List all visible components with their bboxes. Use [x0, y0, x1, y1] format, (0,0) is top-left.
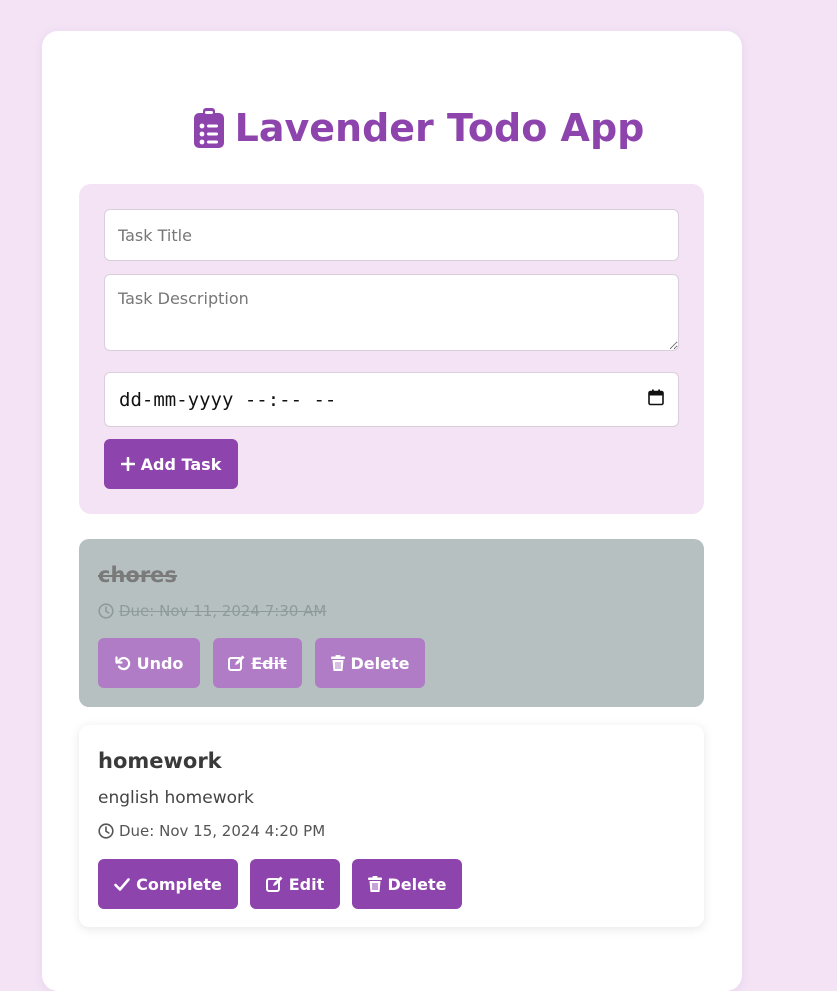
edit-icon: [228, 655, 245, 671]
page-title-text: Lavender Todo App: [234, 106, 645, 150]
delete-label: Delete: [387, 874, 447, 894]
undo-button[interactable]: Undo: [98, 638, 200, 688]
undo-label: Undo: [136, 653, 184, 673]
trash-icon: [367, 876, 382, 892]
trash-icon: [330, 655, 345, 671]
task-title: chores: [98, 563, 177, 587]
page-title: Lavender Todo App: [0, 102, 837, 154]
task-due-text: Due: Nov 15, 2024 4:20 PM: [119, 822, 326, 840]
due-datetime-value: dd-mm-yyyy --:-- --: [119, 388, 337, 411]
add-task-label: Add Task: [140, 454, 222, 474]
task-title-input[interactable]: [104, 209, 679, 261]
task-description: english homework: [98, 788, 254, 808]
delete-button[interactable]: Delete: [315, 638, 425, 688]
task-description-input[interactable]: [104, 274, 679, 351]
task-due: Due: Nov 11, 2024 7:30 AM: [98, 602, 326, 620]
complete-button[interactable]: Complete: [98, 859, 238, 909]
edit-label: Edit: [288, 874, 325, 894]
delete-button[interactable]: Delete: [352, 859, 462, 909]
edit-button[interactable]: Edit: [213, 638, 302, 688]
add-task-button[interactable]: Add Task: [104, 439, 238, 489]
add-task-form: dd-mm-yyyy --:-- -- Add Task: [79, 184, 704, 514]
clipboard-list-icon: [193, 108, 225, 148]
edit-icon: [265, 876, 283, 892]
check-icon: [114, 877, 130, 891]
task-card-completed: chores Due: Nov 11, 2024 7:30 AM Undo Ed…: [79, 539, 704, 707]
complete-label: Complete: [136, 874, 222, 894]
calendar-icon[interactable]: [648, 389, 664, 411]
plus-icon: [120, 457, 135, 471]
task-card-active: homework english homework Due: Nov 15, 2…: [79, 725, 704, 927]
edit-label: Edit: [251, 653, 287, 673]
delete-label: Delete: [350, 653, 410, 673]
task-due: Due: Nov 15, 2024 4:20 PM: [98, 822, 325, 840]
undo-icon: [114, 656, 130, 671]
task-title: homework: [98, 749, 222, 773]
due-datetime-input[interactable]: dd-mm-yyyy --:-- --: [104, 372, 679, 427]
clock-icon: [98, 823, 114, 839]
edit-button[interactable]: Edit: [250, 859, 340, 909]
clock-icon: [98, 603, 114, 619]
task-due-text: Due: Nov 11, 2024 7:30 AM: [119, 602, 327, 620]
